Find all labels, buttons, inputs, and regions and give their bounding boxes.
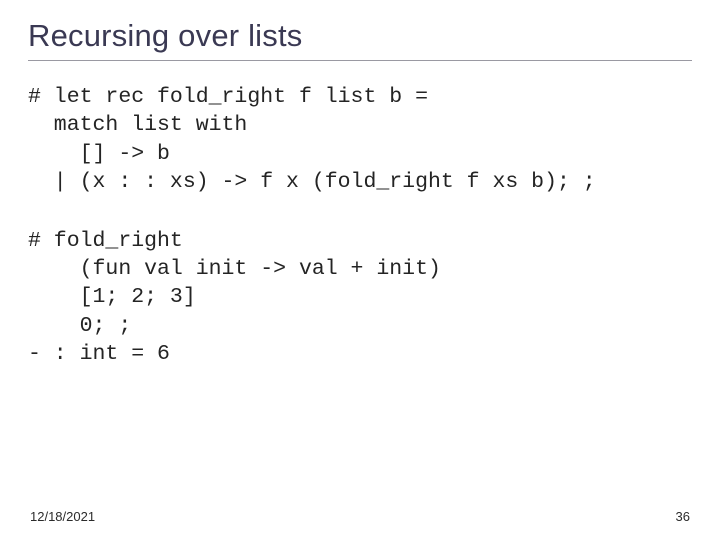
footer: 12/18/2021 36	[30, 509, 690, 524]
footer-date: 12/18/2021	[30, 509, 95, 524]
slide: Recursing over lists # let rec fold_righ…	[0, 0, 720, 540]
code-block-1: # let rec fold_right f list b = match li…	[28, 83, 692, 197]
footer-page-number: 36	[676, 509, 690, 524]
code-block-2: # fold_right (fun val init -> val + init…	[28, 227, 692, 369]
slide-title: Recursing over lists	[28, 18, 692, 54]
title-divider	[28, 60, 692, 61]
